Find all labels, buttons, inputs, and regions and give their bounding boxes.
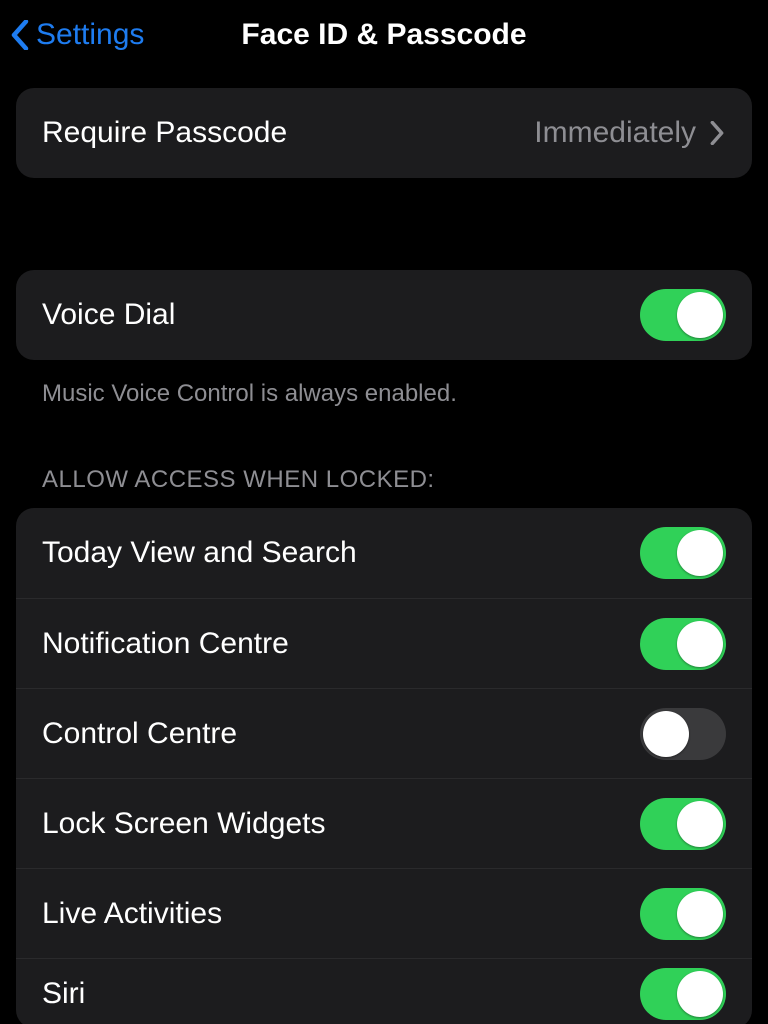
require-passcode-value: Immediately bbox=[534, 116, 696, 150]
allow-access-header: ALLOW ACCESS WHEN LOCKED: bbox=[16, 408, 752, 508]
content: Require Passcode Immediately Voice Dial … bbox=[0, 70, 768, 1024]
siri-row: Siri bbox=[16, 958, 752, 1024]
back-label: Settings bbox=[36, 18, 144, 52]
require-passcode-label: Require Passcode bbox=[42, 116, 287, 150]
nav-bar: Settings Face ID & Passcode bbox=[0, 0, 768, 70]
allow-access-group: Today View and Search Notification Centr… bbox=[16, 508, 752, 1024]
control-centre-row: Control Centre bbox=[16, 688, 752, 778]
voice-dial-label: Voice Dial bbox=[42, 298, 175, 332]
notification-centre-toggle[interactable] bbox=[640, 618, 726, 670]
live-activities-row: Live Activities bbox=[16, 868, 752, 958]
chevron-left-icon bbox=[10, 18, 30, 52]
setting-label: Control Centre bbox=[42, 717, 237, 751]
notification-centre-row: Notification Centre bbox=[16, 598, 752, 688]
siri-toggle[interactable] bbox=[640, 968, 726, 1020]
control-centre-toggle[interactable] bbox=[640, 708, 726, 760]
today-view-row: Today View and Search bbox=[16, 508, 752, 598]
setting-label: Live Activities bbox=[42, 897, 222, 931]
setting-label: Today View and Search bbox=[42, 536, 357, 570]
voice-dial-toggle[interactable] bbox=[640, 289, 726, 341]
voice-dial-row: Voice Dial bbox=[16, 270, 752, 360]
lock-screen-widgets-toggle[interactable] bbox=[640, 798, 726, 850]
page-title: Face ID & Passcode bbox=[241, 18, 526, 52]
setting-label: Siri bbox=[42, 977, 85, 1011]
setting-label: Notification Centre bbox=[42, 627, 289, 661]
require-passcode-row[interactable]: Require Passcode Immediately bbox=[16, 88, 752, 178]
require-passcode-group: Require Passcode Immediately bbox=[16, 88, 752, 178]
back-button[interactable]: Settings bbox=[10, 18, 144, 52]
lock-screen-widgets-row: Lock Screen Widgets bbox=[16, 778, 752, 868]
today-view-toggle[interactable] bbox=[640, 527, 726, 579]
voice-dial-footer: Music Voice Control is always enabled. bbox=[16, 360, 752, 408]
setting-label: Lock Screen Widgets bbox=[42, 807, 325, 841]
voice-dial-group: Voice Dial bbox=[16, 270, 752, 360]
live-activities-toggle[interactable] bbox=[640, 888, 726, 940]
chevron-right-icon bbox=[710, 119, 726, 147]
